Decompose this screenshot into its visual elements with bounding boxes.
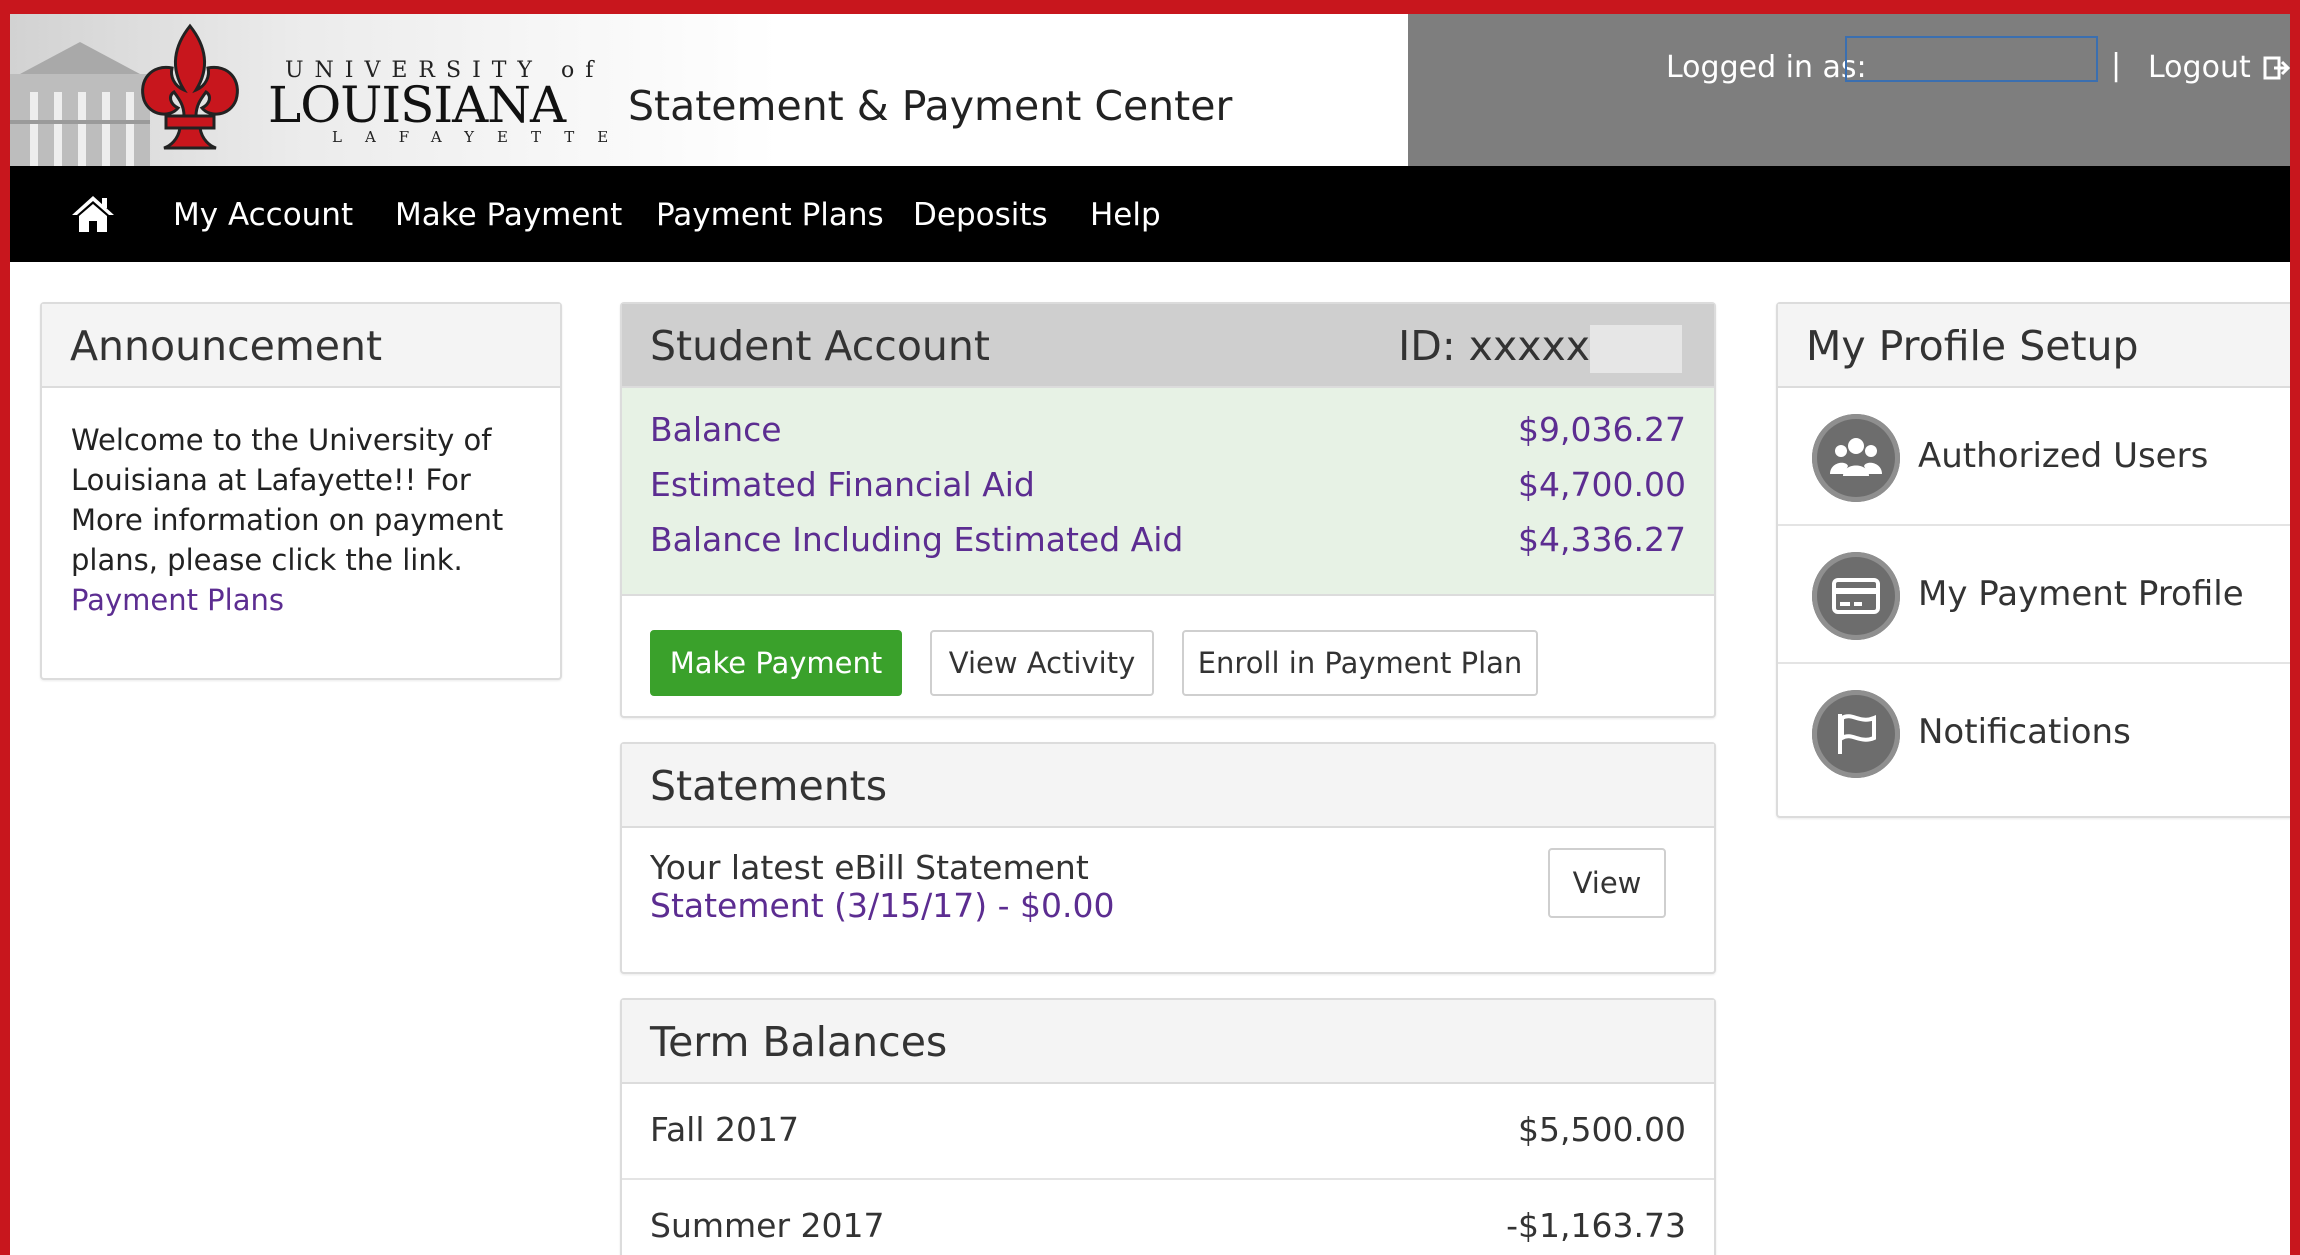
nav-my-account[interactable]: My Account (173, 197, 353, 233)
home-icon[interactable] (70, 194, 116, 234)
make-payment-button[interactable]: Make Payment (650, 630, 902, 696)
credit-card-icon (1812, 552, 1900, 640)
financial-aid-row[interactable]: Estimated Financial Aid $4,700.00 (650, 465, 1686, 504)
student-id: ID: xxxxx (1398, 322, 1682, 373)
enroll-payment-plan-button[interactable]: Enroll in Payment Plan (1182, 630, 1538, 696)
statements-panel: Statements Your latest eBill Statement S… (620, 742, 1716, 974)
balance-row[interactable]: Balance $9,036.27 (650, 410, 1686, 449)
app-title: Statement & Payment Center (628, 82, 1233, 130)
profile-setup-panel: My Profile Setup Authorized Users My Pay… (1776, 302, 2290, 818)
balance-with-aid-label: Balance Including Estimated Aid (650, 520, 1184, 559)
term-amount: $5,500.00 (1518, 1110, 1686, 1149)
payment-plans-link[interactable]: Payment Plans (71, 583, 284, 617)
announcement-panel: Announcement Welcome to the University o… (40, 302, 562, 680)
header-banner: UNIVERSITY of LOUISIANA LAFAYETTE Statem… (10, 14, 1408, 166)
term-amount: -$1,163.73 (1506, 1206, 1686, 1245)
balance-label: Balance (650, 410, 782, 449)
student-id-label: ID: xxxxx (1398, 322, 1590, 370)
term-name: Fall 2017 (650, 1110, 799, 1149)
flag-icon (1812, 690, 1900, 778)
announcement-body: Welcome to the University of Louisiana a… (71, 420, 541, 620)
announcement-text: Welcome to the University of Louisiana a… (71, 423, 504, 577)
term-balances-panel: Term Balances Fall 2017 $5,500.00 Summer… (620, 998, 1716, 1255)
fleur-de-lis-logo-icon (141, 23, 239, 150)
profile-setup-header: My Profile Setup (1778, 304, 2290, 388)
campus-building-image (10, 42, 150, 166)
view-activity-button[interactable]: View Activity (930, 630, 1154, 696)
nav-help[interactable]: Help (1090, 197, 1161, 233)
term-balances-title: Term Balances (650, 1018, 948, 1066)
user-bar: Logged in as: | Logout (1408, 14, 2290, 166)
account-summary: Balance $9,036.27 Estimated Financial Ai… (622, 388, 1714, 596)
logout-icon[interactable] (2262, 54, 2290, 82)
authorized-users-label: Authorized Users (1918, 436, 2209, 476)
term-name: Summer 2017 (650, 1206, 885, 1245)
payment-profile-label: My Payment Profile (1918, 574, 2244, 614)
logo-text-line3: LAFAYETTE (332, 128, 632, 146)
separator: | (2111, 48, 2122, 83)
student-account-title: Student Account (650, 322, 990, 370)
announcement-header: Announcement (42, 304, 560, 388)
balance-with-aid-row[interactable]: Balance Including Estimated Aid $4,336.2… (650, 520, 1686, 559)
authorized-users-item[interactable]: Authorized Users (1778, 388, 2290, 526)
main-nav: My Account Make Payment Payment Plans De… (10, 166, 2290, 262)
nav-make-payment[interactable]: Make Payment (395, 197, 622, 233)
header: UNIVERSITY of LOUISIANA LAFAYETTE Statem… (10, 14, 2290, 166)
announcement-title: Announcement (70, 322, 383, 370)
term-row[interactable]: Summer 2017 -$1,163.73 (622, 1180, 1714, 1255)
term-balances-header: Term Balances (622, 1000, 1714, 1084)
latest-statement-label: Your latest eBill Statement (650, 848, 1089, 887)
logo-text-line2: LOUISIANA (268, 76, 566, 134)
profile-setup-title: My Profile Setup (1806, 322, 2139, 370)
logged-in-label: Logged in as: (1666, 50, 1867, 85)
financial-aid-label: Estimated Financial Aid (650, 465, 1035, 504)
financial-aid-value: $4,700.00 (1518, 465, 1686, 504)
users-icon (1812, 414, 1900, 502)
latest-statement-link[interactable]: Statement (3/15/17) - $0.00 (650, 886, 1114, 925)
nav-payment-plans[interactable]: Payment Plans (656, 197, 884, 233)
balance-value: $9,036.27 (1518, 410, 1686, 449)
view-statement-button[interactable]: View (1548, 848, 1666, 918)
term-row[interactable]: Fall 2017 $5,500.00 (622, 1084, 1714, 1180)
balance-with-aid-value: $4,336.27 (1518, 520, 1686, 559)
nav-deposits[interactable]: Deposits (913, 197, 1048, 233)
notifications-item[interactable]: Notifications (1778, 664, 2290, 802)
student-id-mask (1590, 325, 1682, 373)
logout-link[interactable]: Logout (2148, 50, 2251, 85)
page: UNIVERSITY of LOUISIANA LAFAYETTE Statem… (10, 14, 2290, 1255)
student-account-header: Student Account ID: xxxxx (622, 304, 1714, 388)
payment-profile-item[interactable]: My Payment Profile (1778, 526, 2290, 664)
statements-title: Statements (650, 762, 888, 810)
student-account-panel: Student Account ID: xxxxx Balance $9,036… (620, 302, 1716, 718)
notifications-label: Notifications (1918, 712, 2131, 752)
statements-header: Statements (622, 744, 1714, 828)
logged-in-username (1845, 36, 2098, 82)
